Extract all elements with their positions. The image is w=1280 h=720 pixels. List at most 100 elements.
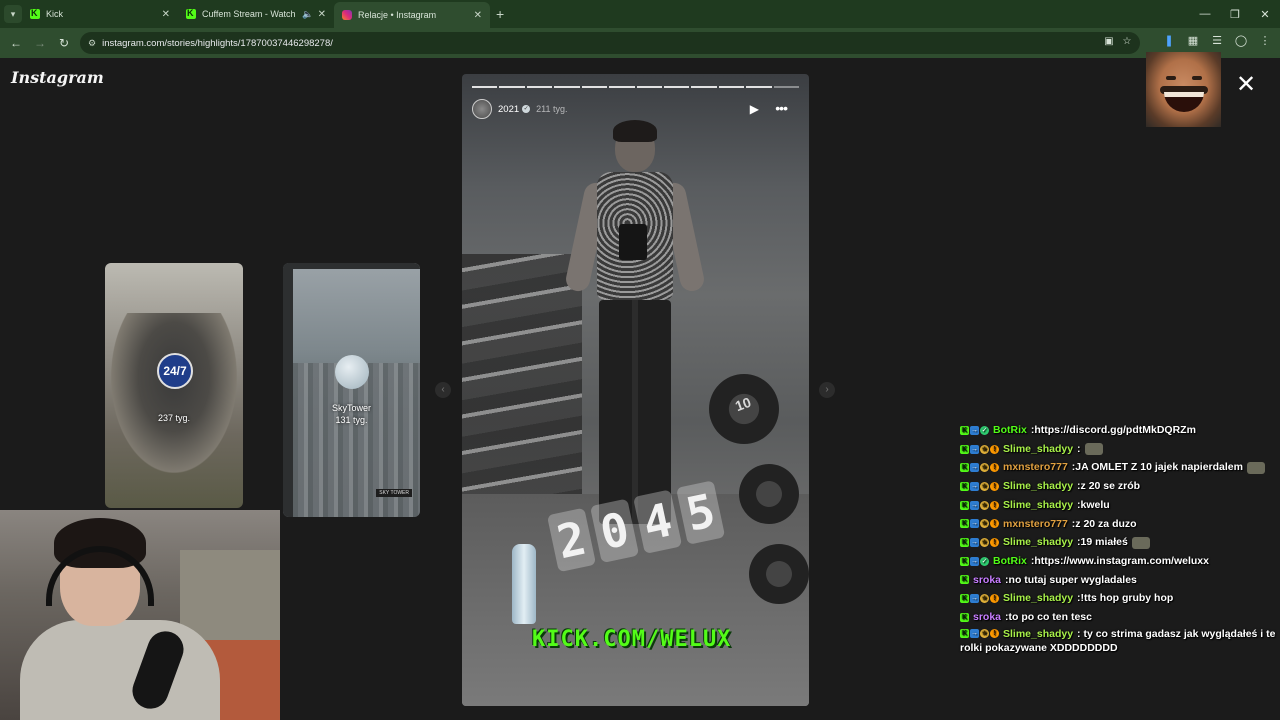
next-story-icon[interactable]: › bbox=[819, 382, 835, 398]
kick-badge-icon: K bbox=[960, 594, 969, 604]
subscriber-badge-icon: ★ bbox=[980, 463, 989, 473]
progress-segment bbox=[636, 86, 662, 88]
chevron-down-icon: ▾ bbox=[10, 8, 16, 19]
media-control-icon[interactable]: ☰ bbox=[1208, 34, 1226, 47]
gym-machines bbox=[462, 254, 582, 494]
water-bottle bbox=[512, 544, 536, 624]
chat-username[interactable]: Slime_shadyy bbox=[1003, 589, 1073, 608]
chat-badges: K → ★! bbox=[960, 500, 999, 510]
moderator-badge-icon: → bbox=[970, 463, 979, 473]
chat-badges: K → ★! bbox=[960, 629, 999, 639]
profile-icon[interactable]: ◯ bbox=[1232, 34, 1250, 47]
chat-username[interactable]: sroka bbox=[973, 608, 1001, 627]
back-icon[interactable]: ← bbox=[4, 36, 28, 50]
plate-label: 10 bbox=[732, 393, 754, 415]
story-name[interactable]: 2021 bbox=[498, 104, 519, 115]
progress-segment bbox=[581, 86, 608, 88]
progress-segment bbox=[718, 86, 745, 88]
chat-message: K → ★! Slime_shadyy: ty co strima gadasz ja… bbox=[960, 627, 1280, 655]
story-preview-1[interactable]: 24/7 237 tyg. bbox=[105, 263, 243, 508]
bookmark-star-icon[interactable]: ☆ bbox=[1120, 36, 1134, 47]
moderator-badge-icon: → bbox=[970, 594, 979, 604]
meme-overlay bbox=[1146, 52, 1221, 127]
moderator-badge-icon: → bbox=[970, 500, 979, 510]
chat-username[interactable]: BotRix bbox=[993, 552, 1027, 571]
chat-text: 19 miałeś bbox=[1080, 536, 1128, 549]
prev-story-icon[interactable]: ‹ bbox=[435, 382, 451, 398]
dumbbell bbox=[749, 544, 809, 604]
close-story-icon[interactable]: ✕ bbox=[1234, 73, 1258, 97]
story-progress-bar bbox=[472, 86, 800, 88]
og-badge-icon: ! bbox=[990, 538, 999, 548]
forward-icon[interactable]: → bbox=[28, 36, 52, 50]
site-info-icon[interactable]: ⚙ bbox=[88, 38, 96, 49]
tab-cuffem-stream[interactable]: Cuffem Stream - Watch Live 🔈 ✕ bbox=[178, 0, 334, 28]
chat-badges: K bbox=[960, 575, 969, 585]
chat-badges: K → ✓ bbox=[960, 425, 989, 435]
minimize-icon[interactable]: — bbox=[1190, 8, 1220, 20]
phone bbox=[619, 224, 647, 260]
subscriber-badge-icon: ★ bbox=[980, 481, 989, 491]
story-time: 211 tyg. bbox=[536, 104, 568, 114]
moderator-badge-icon: → bbox=[970, 629, 979, 639]
moderator-badge-icon: → bbox=[970, 556, 979, 566]
story-header: 2021 ✓ 211 tyg. ▶ ••• bbox=[472, 98, 799, 120]
moderator-badge-icon: → bbox=[970, 538, 979, 548]
tab-bar: ▾ Kick ✕ Cuffem Stream - Watch Live 🔈 ✕ … bbox=[0, 0, 1280, 28]
counter-digit: 5 bbox=[676, 480, 726, 545]
meme-eye bbox=[1192, 76, 1202, 80]
speaker-icon[interactable]: 🔈 bbox=[302, 9, 313, 20]
close-icon[interactable]: ✕ bbox=[162, 9, 170, 20]
restore-icon[interactable]: ❐ bbox=[1220, 8, 1250, 21]
preview-time: 237 tyg. bbox=[157, 413, 191, 423]
instagram-logo[interactable]: Instagram bbox=[11, 68, 104, 87]
chat-username[interactable]: BotRix bbox=[993, 421, 1027, 440]
progress-segment bbox=[554, 86, 580, 88]
story-viewer[interactable]: 10 2 0 4 5 2021 ✓ 211 tyg. ▶ ••• bbox=[462, 74, 809, 706]
window-close-icon[interactable]: ✕ bbox=[1250, 8, 1280, 21]
streamer-body bbox=[20, 620, 220, 720]
chat-badges: K → ✓ bbox=[960, 556, 989, 566]
chat-username[interactable]: mxnstero777 bbox=[1003, 458, 1068, 477]
close-icon[interactable]: ✕ bbox=[474, 10, 482, 21]
story-preview-2[interactable]: SkyTower 131 tyg. SKY TOWER bbox=[283, 263, 420, 517]
chat-username[interactable]: mxnstero777 bbox=[1003, 515, 1068, 534]
chat-emote bbox=[1131, 536, 1150, 549]
subscriber-badge-icon: ★ bbox=[980, 519, 989, 529]
og-badge-icon: ! bbox=[990, 500, 999, 510]
chat-username[interactable]: Slime_shadyy bbox=[1003, 628, 1073, 640]
extensions-puzzle-icon[interactable]: ▦ bbox=[1184, 34, 1202, 47]
new-tab-button[interactable]: + bbox=[496, 6, 504, 22]
reload-icon[interactable]: ↻ bbox=[52, 36, 76, 50]
chat-username[interactable]: Slime_shadyy bbox=[1003, 440, 1073, 459]
chat-username[interactable]: Slime_shadyy bbox=[1003, 533, 1073, 552]
tab-kick[interactable]: Kick ✕ bbox=[22, 0, 178, 28]
tab-instagram[interactable]: Relacje • Instagram ✕ bbox=[334, 2, 490, 28]
chat-username[interactable]: sroka bbox=[973, 571, 1001, 590]
chat-badges: K → ★! bbox=[960, 444, 999, 454]
progress-segment bbox=[472, 86, 498, 88]
chat-message: K → ★! Slime_shadyy: z 20 se zrób bbox=[960, 477, 1280, 496]
close-icon[interactable]: ✕ bbox=[318, 9, 326, 20]
progress-segment bbox=[663, 86, 690, 88]
tab-title: Relacje • Instagram bbox=[358, 10, 437, 20]
chat-username[interactable]: Slime_shadyy bbox=[1003, 496, 1073, 515]
moderator-badge-icon: → bbox=[970, 444, 979, 454]
install-app-icon[interactable]: ▣ bbox=[1102, 36, 1116, 47]
more-options-icon[interactable]: ••• bbox=[775, 100, 788, 116]
kick-icon bbox=[30, 8, 40, 19]
extension-audio-icon[interactable]: ❚ bbox=[1160, 34, 1178, 47]
play-icon[interactable]: ▶ bbox=[750, 102, 759, 116]
avatar[interactable] bbox=[472, 99, 492, 119]
chat-username[interactable]: Slime_shadyy bbox=[1003, 477, 1073, 496]
chat-message: K → ★! mxnstero777: z 20 za duzo bbox=[960, 515, 1280, 534]
tab-search-button[interactable]: ▾ bbox=[4, 5, 22, 23]
person-hair bbox=[613, 120, 657, 142]
chat-message: K → ★! mxnstero777: JA OMLET Z 10 jajek nap… bbox=[960, 458, 1280, 477]
meme-eye bbox=[1166, 76, 1176, 80]
og-badge-icon: ! bbox=[990, 594, 999, 604]
menu-dots-icon[interactable]: ⋮ bbox=[1256, 34, 1274, 47]
window-frame bbox=[283, 263, 420, 517]
og-badge-icon: ! bbox=[990, 481, 999, 491]
url-field[interactable]: ⚙ instagram.com/stories/highlights/17870… bbox=[80, 32, 1140, 54]
